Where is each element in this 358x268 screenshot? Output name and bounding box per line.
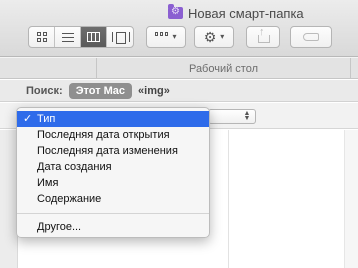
- columns-icon: [87, 32, 100, 42]
- search-scope-bar: Поиск: Этот Mac «img»: [0, 80, 358, 102]
- window-title-text: Новая смарт-папка: [188, 5, 304, 21]
- menu-item-label: Тип: [37, 113, 56, 125]
- window-titlebar: Новая смарт-папка ▾ ⚙ ▾: [0, 0, 358, 57]
- search-label: Поиск:: [26, 84, 63, 97]
- arrange-grid-icon: [155, 32, 169, 42]
- tag-icon: [303, 33, 319, 41]
- gear-icon: ⚙: [203, 28, 217, 45]
- menu-item-last-opened-date[interactable]: Последняя дата открытия: [17, 127, 209, 143]
- menu-separator: [17, 213, 209, 214]
- chevron-down-icon: ▾: [220, 32, 225, 41]
- column-pane: [228, 130, 358, 268]
- rule-operator-popup[interactable]: ▲ ▼: [208, 109, 256, 124]
- checkmark-icon: ✓: [23, 113, 33, 125]
- tags-button[interactable]: [290, 26, 332, 48]
- column-header-empty: [0, 58, 97, 79]
- share-button[interactable]: [246, 26, 280, 48]
- action-button[interactable]: ⚙ ▾: [194, 26, 234, 48]
- scope-this-mac-button[interactable]: Этот Mac: [68, 82, 133, 99]
- icon-grid-icon: [36, 32, 47, 42]
- menu-item-type[interactable]: ✓ Тип: [17, 111, 209, 127]
- view-mode-segmented-control: [28, 26, 134, 48]
- menu-item-contents[interactable]: Содержание: [17, 191, 209, 207]
- scope-query-button[interactable]: «img»: [138, 85, 170, 97]
- window-title: Новая смарт-папка: [168, 4, 304, 22]
- smart-folder-icon: [168, 4, 183, 19]
- arrange-button[interactable]: ▾: [146, 26, 186, 48]
- menu-item-created-date[interactable]: Дата создания: [17, 159, 209, 175]
- updown-arrows-icon: ▲ ▼: [243, 110, 251, 122]
- column-view-button[interactable]: [81, 27, 107, 47]
- list-view-button[interactable]: [55, 27, 81, 47]
- attribute-dropdown-menu: ✓ Тип Последняя дата открытия Последняя …: [16, 107, 210, 238]
- cover-flow-view-button[interactable]: [107, 27, 133, 47]
- vertical-scrollbar[interactable]: [344, 130, 358, 268]
- menu-item-other[interactable]: Другое...: [17, 219, 209, 235]
- column-header-bar: Рабочий стол: [0, 57, 358, 79]
- toolbar: ▾ ⚙ ▾: [0, 26, 358, 48]
- list-icon: [61, 32, 74, 42]
- chevron-down-icon: ▾: [172, 32, 177, 41]
- cover-flow-icon: [112, 32, 130, 44]
- menu-item-name[interactable]: Имя: [17, 175, 209, 191]
- menu-item-last-modified-date[interactable]: Последняя дата изменения: [17, 143, 209, 159]
- current-folder-header: Рабочий стол: [97, 58, 351, 79]
- icon-view-button[interactable]: [29, 27, 55, 47]
- share-icon: [258, 26, 270, 43]
